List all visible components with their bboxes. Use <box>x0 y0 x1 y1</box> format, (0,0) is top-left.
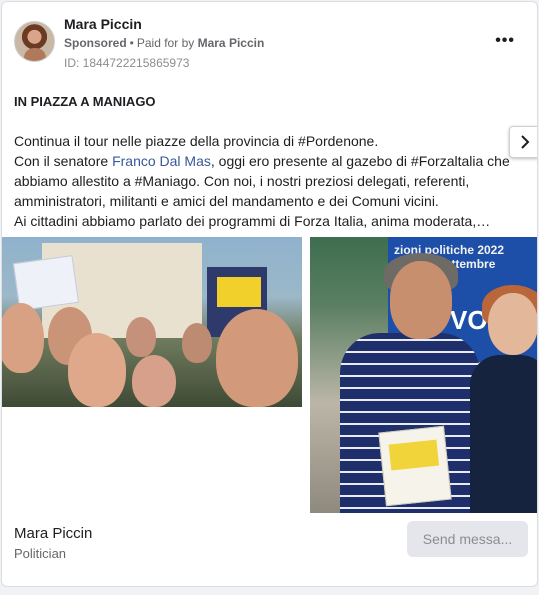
man-face <box>390 261 452 339</box>
sponsored-label: Sponsored <box>64 36 127 50</box>
carousel-image-group-selfie[interactable] <box>2 237 302 407</box>
carousel-image-candidate-photo[interactable]: zioni politiche 2022 nica 25 settembre V… <box>310 237 537 513</box>
post-title: IN PIAZZA A MANIAGO <box>14 94 156 109</box>
ad-id: ID: 1844722215865973 <box>64 56 190 70</box>
person-face <box>132 355 176 407</box>
person-face <box>216 309 298 407</box>
post-line: Continua il tour nelle piazze della prov… <box>14 133 379 149</box>
woman-dress <box>470 355 537 513</box>
paid-for-by: Mara Piccin <box>197 36 265 50</box>
post-line: Ai cittadini abbiamo parlato dei program… <box>14 213 491 229</box>
more-options-icon[interactable]: ••• <box>495 32 515 50</box>
person-face <box>68 333 126 407</box>
footer-page-category: Politician <box>14 546 67 561</box>
post-body: Continua il tour nelle piazze della prov… <box>14 131 529 231</box>
yellow-sign <box>217 277 261 307</box>
image-carousel[interactable]: zioni politiche 2022 nica 25 settembre V… <box>2 237 537 513</box>
flyer <box>378 425 452 507</box>
post-line: abbiamo allestito a #Maniago. Con noi, i… <box>14 173 470 189</box>
send-message-button[interactable]: Send messa... <box>407 521 528 557</box>
footer-page-name[interactable]: Mara Piccin <box>14 525 92 542</box>
ad-card: Mara Piccin Sponsored • Paid for by Mara P… <box>1 1 538 587</box>
post-text: Con il senatore <box>14 153 113 169</box>
post-text: , oggi ero presente al gazebo di #Forzal… <box>210 153 510 169</box>
chevron-right-icon <box>521 135 530 149</box>
woman-face <box>488 293 537 355</box>
advertiser-name[interactable]: Mara Piccin <box>64 16 142 32</box>
person-face <box>2 303 44 373</box>
person-face <box>126 317 156 357</box>
post-line: amministratori, militanti e amici del ma… <box>14 193 439 209</box>
sponsored-meta: Sponsored • Paid for by Mara Piccin <box>64 36 265 50</box>
senator-link[interactable]: Franco Dal Mas <box>112 153 211 169</box>
person-face <box>182 323 212 363</box>
carousel-next-button[interactable] <box>509 126 537 158</box>
paid-for-prefix: Paid for by <box>136 36 195 50</box>
post-line: Con il senatore Franco Dal Mas, oggi ero… <box>14 151 529 171</box>
advertiser-avatar[interactable] <box>14 21 55 62</box>
